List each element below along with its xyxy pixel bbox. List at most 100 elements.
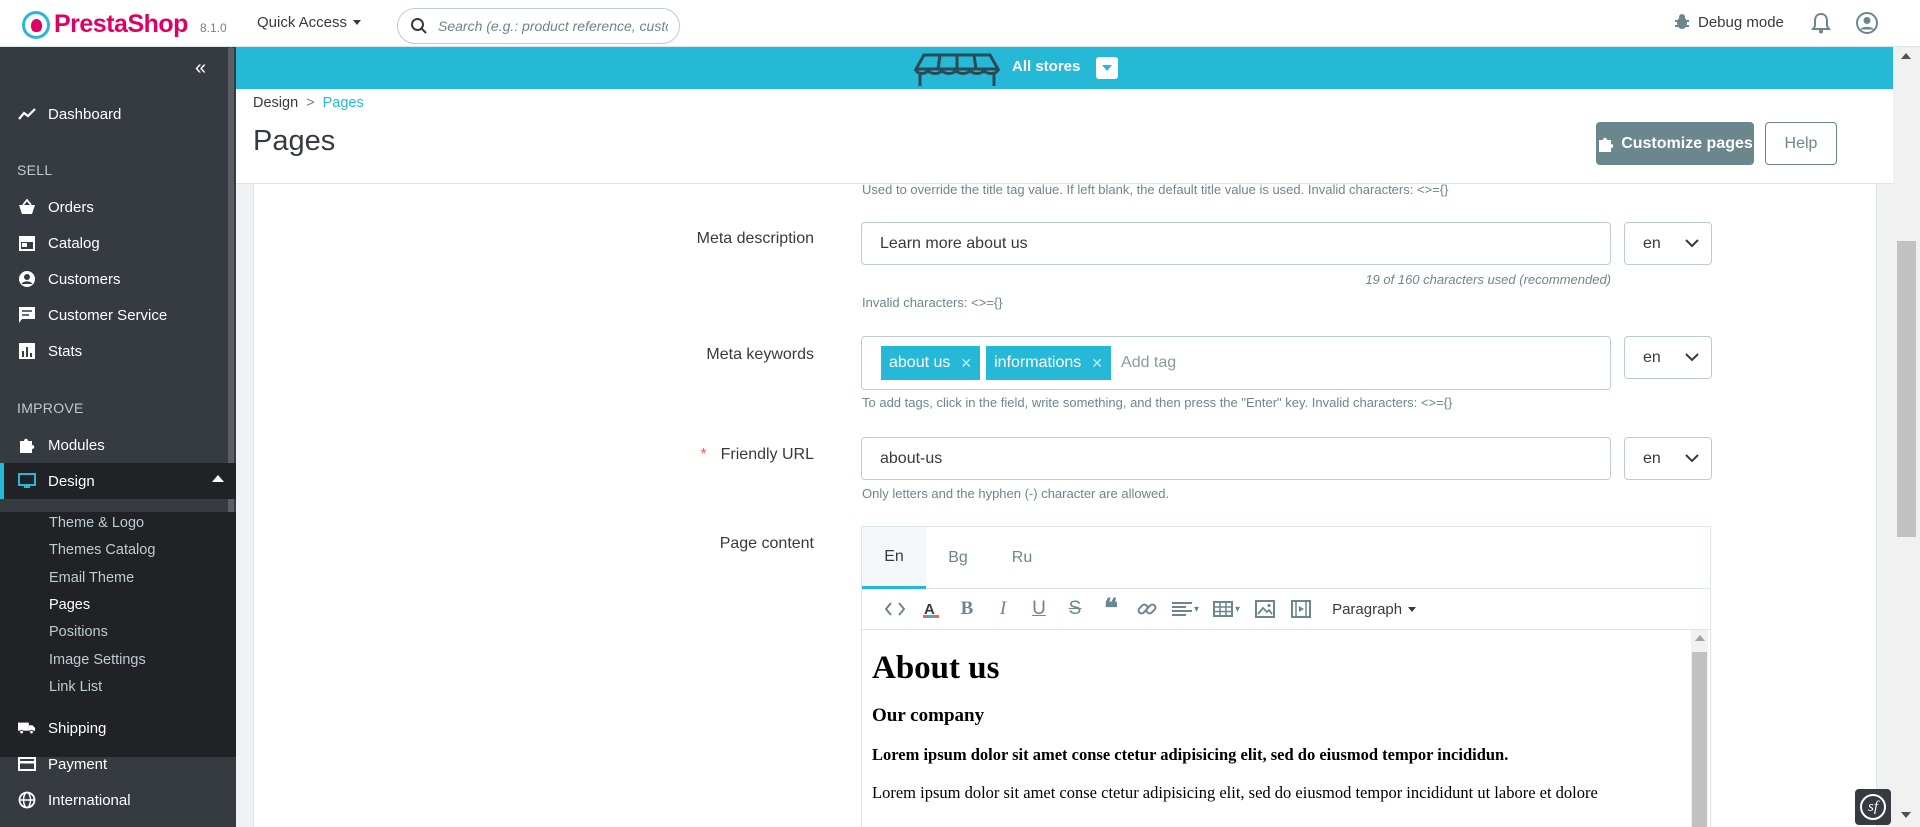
language-code: en <box>1643 348 1661 366</box>
quick-access-dropdown[interactable]: Quick Access <box>257 14 362 31</box>
content-heading-1: About us <box>872 650 1000 686</box>
friendly-url-help-text: Only letters and the hyphen (-) characte… <box>862 486 1170 501</box>
store-context-banner: All stores <box>236 47 1893 89</box>
friendly-url-language-select[interactable]: en <box>1624 437 1712 480</box>
submenu-item-theme-logo[interactable]: Theme & Logo <box>49 515 144 531</box>
editor-scrollbar[interactable] <box>1691 630 1708 827</box>
collapse-sidebar-icon[interactable]: « <box>195 57 206 80</box>
customize-pages-button[interactable]: Customize pages <box>1596 122 1754 165</box>
table-dropdown-icon[interactable]: ▾ <box>1213 598 1240 620</box>
meta-description-input[interactable]: Learn more about us <box>861 222 1611 265</box>
credit-card-icon <box>18 755 36 773</box>
meta-keywords-language-select[interactable]: en <box>1624 336 1712 379</box>
align-dropdown-icon[interactable]: ▾ <box>1172 598 1199 620</box>
basket-icon <box>18 198 36 216</box>
underline-icon[interactable]: U <box>1028 598 1050 620</box>
breadcrumb-link-design[interactable]: Design <box>253 95 298 111</box>
page-scrollbar[interactable] <box>1893 47 1920 827</box>
scroll-down-arrow-icon[interactable] <box>1901 812 1911 818</box>
sidebar-item-payment[interactable]: Payment <box>0 746 236 782</box>
add-tag-placeholder[interactable]: Add tag <box>1121 354 1176 372</box>
section-heading-improve: IMPROVE <box>17 400 84 416</box>
sidebar-item-label: Payment <box>48 755 108 773</box>
meta-title-help-text: Used to override the title tag value. If… <box>862 184 1449 197</box>
symfony-debug-toolbar-icon[interactable]: sf <box>1855 789 1891 825</box>
sidebar-item-label: Customers <box>48 270 121 288</box>
search-bar[interactable] <box>397 8 680 44</box>
block-format-dropdown[interactable]: Paragraph <box>1332 601 1417 618</box>
sidebar-item-customers[interactable]: Customers <box>0 261 236 297</box>
media-icon[interactable] <box>1290 598 1312 620</box>
user-account-icon[interactable] <box>1855 11 1879 40</box>
meta-keywords-label: Meta keywords <box>706 346 814 363</box>
sidebar-item-shipping[interactable]: Shipping <box>0 710 236 746</box>
search-input[interactable] <box>438 18 668 34</box>
editor-content-area[interactable]: About us Our company Lorem ipsum dolor s… <box>862 630 1710 827</box>
bold-icon[interactable]: B <box>956 598 978 620</box>
tag-label: informations <box>994 354 1082 371</box>
tab-en[interactable]: En <box>862 527 926 589</box>
caret-down-icon <box>1408 606 1417 612</box>
meta-description-language-select[interactable]: en <box>1624 222 1712 265</box>
store-selector-dropdown[interactable] <box>1096 57 1118 79</box>
page-scrollbar-thumb[interactable] <box>1897 241 1916 537</box>
friendly-url-input[interactable]: about-us <box>861 437 1611 480</box>
friendly-url-value: about-us <box>880 449 943 467</box>
sidebar-item-orders[interactable]: Orders <box>0 189 236 225</box>
sidebar: « Dashboard SELL Orders Catalog Customer… <box>0 47 236 827</box>
submenu-item-themes-catalog[interactable]: Themes Catalog <box>49 542 155 558</box>
text-color-icon[interactable]: A <box>920 598 942 620</box>
blockquote-icon[interactable]: ❝ <box>1100 594 1122 623</box>
debug-mode-label: Debug mode <box>1698 13 1784 31</box>
meta-description-help-text: Invalid characters: <>={} <box>862 295 1003 310</box>
chevron-down-icon <box>1685 239 1699 248</box>
bar-chart-icon <box>18 342 36 360</box>
italic-icon[interactable]: I <box>992 598 1014 620</box>
notifications-bell-icon[interactable] <box>1811 12 1831 39</box>
sidebar-item-customer-service[interactable]: Customer Service <box>0 297 236 333</box>
sidebar-item-label: Customer Service <box>48 306 168 324</box>
sidebar-item-label: Modules <box>48 436 105 454</box>
chevron-down-icon <box>1685 353 1699 362</box>
remove-tag-icon[interactable]: ✕ <box>960 355 972 372</box>
debug-mode-indicator[interactable]: Debug mode <box>1674 13 1784 31</box>
top-bar: PrestaShop 8.1.0 Quick Access Debug mode <box>0 0 1920 47</box>
scroll-up-arrow-icon[interactable] <box>1694 635 1705 641</box>
submenu-item-email-theme[interactable]: Email Theme <box>49 570 134 586</box>
breadcrumb-separator: > <box>306 95 315 111</box>
page-title: Pages <box>253 125 336 157</box>
version-label: 8.1.0 <box>199 20 227 35</box>
friendly-url-label-text: Friendly URL <box>720 446 814 463</box>
sidebar-item-stats[interactable]: Stats <box>0 333 236 369</box>
scroll-up-arrow-icon[interactable] <box>1901 53 1911 59</box>
tab-bg[interactable]: Bg <box>926 527 990 589</box>
sidebar-item-catalog[interactable]: Catalog <box>0 225 236 261</box>
sidebar-item-dashboard[interactable]: Dashboard <box>0 96 236 132</box>
chat-icon <box>18 306 36 324</box>
sidebar-item-modules[interactable]: Modules <box>0 427 236 463</box>
tab-ru[interactable]: Ru <box>990 527 1054 589</box>
breadcrumb-link-pages[interactable]: Pages <box>323 95 364 111</box>
sidebar-item-design[interactable]: Design <box>0 463 236 499</box>
submenu-item-link-list[interactable]: Link List <box>49 679 102 695</box>
desktop-icon <box>18 472 36 490</box>
chevron-up-icon <box>212 475 224 482</box>
submenu-item-positions[interactable]: Positions <box>49 624 108 640</box>
link-icon[interactable] <box>1136 598 1158 620</box>
submenu-item-pages[interactable]: Pages <box>49 597 90 613</box>
meta-description-label: Meta description <box>696 230 814 247</box>
remove-tag-icon[interactable]: ✕ <box>1091 355 1103 372</box>
prestashop-logo[interactable]: PrestaShop 8.1.0 <box>22 10 227 39</box>
strikethrough-icon[interactable]: S <box>1064 598 1086 620</box>
source-code-icon[interactable] <box>884 598 906 620</box>
sidebar-item-international[interactable]: International <box>0 782 236 818</box>
help-button[interactable]: Help <box>1765 122 1837 165</box>
image-icon[interactable] <box>1254 598 1276 620</box>
submenu-item-image-settings[interactable]: Image Settings <box>49 652 146 668</box>
page-content-label: Page content <box>719 535 814 552</box>
sidebar-item-label: Stats <box>48 342 83 360</box>
store-icon <box>18 234 36 252</box>
meta-keywords-tag-input[interactable]: about us ✕ informations ✕ Add tag <box>861 336 1611 390</box>
editor-scrollbar-thumb[interactable] <box>1692 652 1707 827</box>
content-paragraph: Lorem ipsum dolor sit amet conse ctetur … <box>872 783 1598 802</box>
